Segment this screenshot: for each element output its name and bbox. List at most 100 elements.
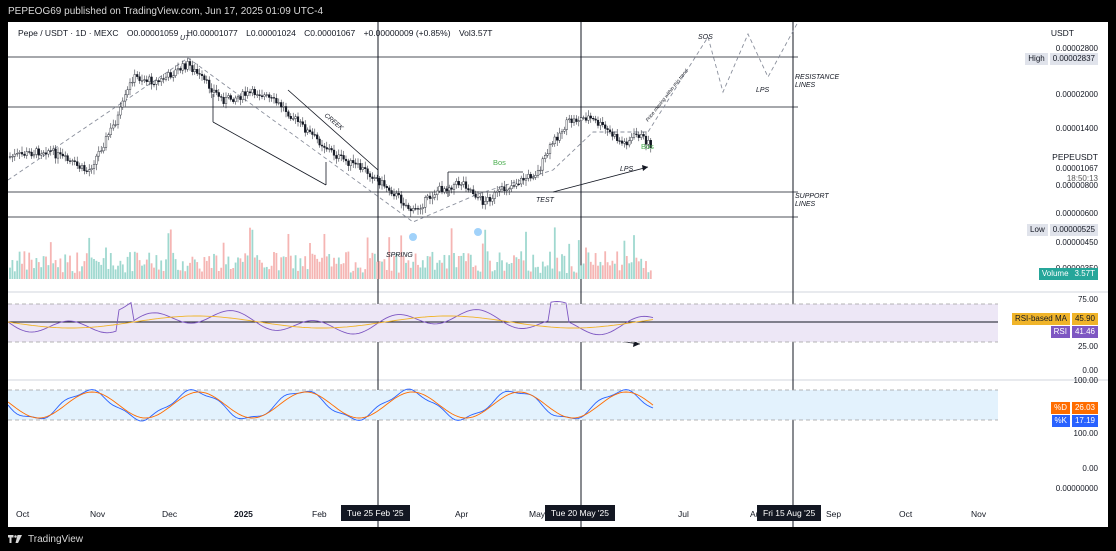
candle-body	[450, 187, 453, 190]
candle-body	[404, 204, 408, 207]
volume-bar	[381, 261, 383, 279]
volume-bar	[292, 268, 295, 279]
candle-body	[539, 169, 542, 172]
volume-bar	[553, 227, 556, 279]
volume-bar	[11, 260, 14, 279]
volume-bar	[249, 227, 251, 279]
volume-bar	[90, 257, 93, 279]
stoch-d-value: 26.03	[1071, 402, 1098, 414]
volume-bar	[412, 261, 415, 279]
volume-value: 3.57T	[1071, 268, 1098, 280]
bos-label-2: Bos	[641, 142, 654, 151]
volume-bar	[105, 247, 107, 279]
volume-bar	[397, 272, 400, 279]
candle-body	[244, 91, 247, 96]
footer-brand[interactable]: TradingView	[28, 534, 83, 545]
volume-bar	[181, 261, 184, 279]
candle-body	[222, 97, 225, 104]
candle-body	[198, 73, 201, 75]
volume-bar	[544, 266, 547, 279]
candle-body	[109, 127, 112, 135]
volume-bar	[153, 267, 155, 279]
volume-bar	[215, 255, 218, 279]
volume-bar	[45, 256, 47, 279]
candle-body	[498, 188, 501, 192]
volume-bar	[227, 256, 230, 279]
candle-body	[30, 151, 33, 157]
candle-body	[563, 129, 566, 132]
volume-bar	[198, 268, 201, 279]
volume-bar	[561, 254, 563, 279]
candle-body	[20, 152, 24, 155]
volume-bar	[489, 260, 491, 279]
candle-body	[8, 156, 12, 158]
volume-bar	[138, 260, 141, 279]
volume-bar	[496, 262, 499, 279]
screenshot-frame: PEPEOG69 published on TradingView.com, J…	[0, 0, 1116, 551]
time-highlight-may: Tue 20 May '25	[545, 505, 616, 521]
candle-body	[59, 152, 62, 155]
candle-body	[241, 91, 244, 100]
candle-body	[11, 156, 14, 158]
low-marker: Low 0.00000525	[1027, 224, 1098, 236]
support-lines-label: SUPPORT LINES	[795, 193, 829, 208]
rsi-value: 41.46	[1071, 326, 1098, 338]
candle-body	[510, 185, 513, 189]
candle-body	[179, 68, 182, 71]
symbol-axis-label: PEPEUSDT	[1052, 152, 1098, 162]
volume-bar	[162, 270, 165, 279]
volume-bar	[117, 265, 119, 279]
candle-body	[486, 197, 489, 202]
volume-bar	[520, 251, 523, 279]
last-price: 0.00001067	[1055, 164, 1098, 173]
volume-bar	[417, 264, 419, 279]
volume-bar	[421, 260, 424, 279]
candle-body	[500, 186, 504, 190]
volume-bar	[621, 264, 623, 279]
volume-bar	[513, 255, 515, 279]
volume-bar	[340, 264, 343, 279]
ut-label: UT	[180, 35, 190, 42]
volume-bar	[424, 267, 427, 279]
volume-bar	[637, 261, 640, 279]
volume-bar	[253, 257, 256, 279]
candle-body	[40, 153, 43, 156]
price-plot[interactable]: UT CREEK SPRING Bos TEST Bos LPS SOS LPS…	[8, 22, 1108, 527]
volume-bar	[321, 257, 323, 279]
volume-bar	[383, 259, 386, 279]
volume-bar	[445, 268, 448, 279]
candle-body	[342, 155, 345, 160]
candle-body	[335, 155, 338, 159]
spring-label: SPRING	[386, 252, 413, 259]
volume-bar	[522, 260, 525, 279]
volume-bar	[229, 268, 232, 279]
volume-bar	[9, 267, 11, 279]
volume-bar	[222, 242, 225, 279]
candle-body	[268, 94, 271, 98]
volume-bar	[47, 265, 50, 279]
volume-bar	[409, 267, 412, 279]
candle-body	[193, 69, 196, 73]
volume-bar	[25, 269, 28, 279]
time-tick-feb: Feb	[312, 509, 327, 519]
volume-bar	[349, 272, 352, 279]
volume-bar	[311, 253, 314, 279]
time-tick-oct: Oct	[16, 509, 30, 519]
volume-bar	[405, 262, 407, 279]
candle-body	[438, 185, 441, 192]
volume-bar	[611, 260, 614, 279]
candle-body	[642, 134, 645, 137]
volume-bar	[261, 262, 263, 279]
candle-body	[263, 94, 266, 97]
volume-bar	[301, 266, 304, 279]
chart-panel[interactable]: Pepe / USDT · 1D · MEXC O0.00001059 H0.0…	[8, 22, 1108, 527]
volume-bar	[570, 266, 573, 279]
candle-body	[467, 188, 470, 191]
volume-bar	[539, 272, 542, 279]
volume-bar	[59, 258, 62, 279]
candle-body	[186, 61, 189, 70]
candle-body	[474, 193, 477, 198]
bos-label-1: Bos	[493, 158, 506, 167]
volume-bar	[299, 258, 302, 279]
candle-body	[472, 189, 475, 195]
